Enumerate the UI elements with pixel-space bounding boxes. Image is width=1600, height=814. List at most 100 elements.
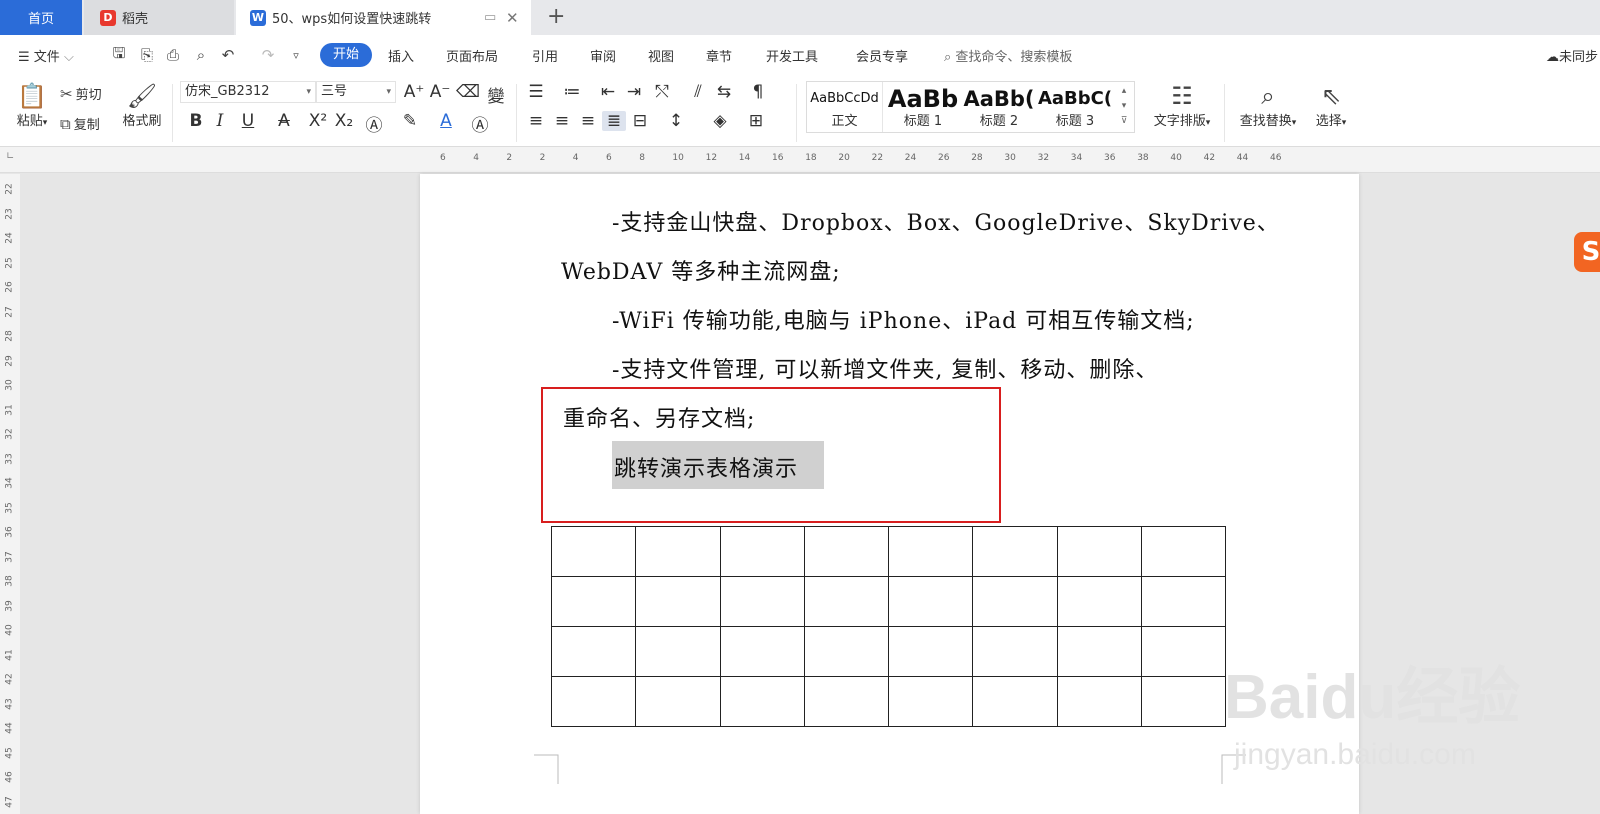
table-cell[interactable]: [550, 626, 637, 677]
justify-icon[interactable]: ≣: [602, 111, 626, 131]
cloud-sync-status[interactable]: ☁未同步: [1546, 46, 1598, 65]
table-cell[interactable]: [1140, 676, 1227, 727]
bold-icon[interactable]: B: [184, 111, 208, 131]
horizontal-ruler[interactable]: ∟ 6 4 2 2 4 6 8 10 12 14 16 18 20 22 24 26 28 30 32 34 36 38 4…: [0, 147, 1600, 173]
vertical-ruler[interactable]: 22 23 24 25 26 27 28 29 30 31 32 33 34 35 36 37 38 39 40 41…: [0, 174, 20, 814]
sort-icon[interactable]: ⇆: [712, 82, 736, 102]
table-cell[interactable]: [550, 676, 637, 727]
align-left-icon[interactable]: ≡: [524, 111, 548, 131]
table-cell[interactable]: [803, 576, 890, 627]
increase-indent-icon[interactable]: ⇥: [622, 82, 646, 102]
document-table[interactable]: [550, 526, 1227, 727]
close-tab-icon[interactable]: ✕: [506, 9, 519, 27]
export-pdf-icon[interactable]: ⎘: [137, 45, 157, 65]
table-cell[interactable]: [887, 626, 974, 677]
table-cell[interactable]: [803, 626, 890, 677]
numbered-list-icon[interactable]: ≔: [560, 82, 584, 102]
align-center-icon[interactable]: ≡: [550, 111, 574, 131]
table-cell[interactable]: [1056, 576, 1142, 627]
table-cell[interactable]: [803, 676, 890, 727]
font-color-icon[interactable]: A: [434, 111, 458, 131]
save-icon[interactable]: 🖫: [109, 44, 129, 65]
decrease-indent-icon[interactable]: ⇤: [596, 82, 620, 102]
menu-section[interactable]: 章节: [706, 46, 732, 65]
table-cell[interactable]: [887, 576, 974, 627]
tab-document[interactable]: W 50、wps如何设置快速跳转 ▭ ✕: [236, 0, 531, 35]
format-painter-button[interactable]: 🖌 格式刷: [118, 82, 166, 129]
table-cell[interactable]: [1056, 626, 1142, 677]
table-cell[interactable]: [550, 526, 637, 577]
style-heading-2[interactable]: AaBb( 标题 2: [961, 82, 1037, 132]
table-cell[interactable]: [1056, 676, 1142, 727]
align-right-icon[interactable]: ≡: [576, 111, 600, 131]
table-cell[interactable]: [887, 676, 974, 727]
phonetic-guide-icon[interactable]: 變: [484, 82, 508, 107]
text-layout-button[interactable]: ☷ 文字排版▾: [1146, 82, 1218, 129]
paste-button[interactable]: 📋 粘贴▾: [10, 82, 54, 129]
table-cell[interactable]: [1140, 626, 1227, 677]
table-cell[interactable]: [719, 526, 805, 577]
find-replace-button[interactable]: ⌕ 查找替换▾: [1230, 82, 1306, 129]
command-search[interactable]: ⌕ 查找命令、搜索模板: [944, 46, 1072, 65]
table-cell[interactable]: [550, 576, 637, 627]
undo-icon[interactable]: ↶: [218, 45, 238, 65]
table-cell[interactable]: [635, 626, 721, 677]
table-cell[interactable]: [1140, 526, 1227, 577]
table-cell[interactable]: [719, 676, 805, 727]
table-cell[interactable]: [972, 676, 1058, 727]
superscript-icon[interactable]: X²: [306, 111, 330, 131]
pin-icon[interactable]: ▭: [484, 10, 496, 25]
table-cell[interactable]: [1056, 526, 1142, 577]
select-button[interactable]: ⇖ 选择▾: [1306, 82, 1356, 129]
table-cell[interactable]: [887, 526, 974, 577]
menu-member[interactable]: 会员专享: [856, 46, 908, 65]
show-marks-icon[interactable]: ¶: [746, 82, 770, 102]
cut-button[interactable]: ✂ 剪切: [60, 84, 102, 104]
bullet-list-icon[interactable]: ☰: [524, 82, 548, 102]
table-cell[interactable]: [635, 526, 721, 577]
italic-icon[interactable]: I: [208, 111, 232, 131]
menu-start[interactable]: 开始: [320, 43, 372, 67]
menu-review[interactable]: 审阅: [590, 46, 616, 65]
table-cell[interactable]: [635, 676, 721, 727]
font-size-select[interactable]: 三号 ▾: [316, 81, 396, 103]
customize-icon[interactable]: ▿: [286, 45, 306, 65]
style-scroll-icon[interactable]: ▴ ▾ ⊽: [1117, 84, 1131, 129]
shading-icon[interactable]: ◈: [708, 111, 732, 131]
table-cell[interactable]: [719, 576, 805, 627]
menu-reference[interactable]: 引用: [532, 46, 558, 65]
border-icon[interactable]: ⊞: [744, 111, 768, 131]
tab-stop-icon[interactable]: ∟: [6, 151, 14, 162]
menu-layout[interactable]: 页面布局: [446, 46, 498, 65]
distribute-icon[interactable]: ⊟: [628, 111, 652, 131]
print-preview-icon[interactable]: ⌕: [191, 45, 211, 65]
ime-logo-icon[interactable]: S: [1574, 232, 1600, 272]
text-effect-icon[interactable]: Ⓐ: [362, 111, 386, 136]
menu-insert[interactable]: 插入: [388, 46, 414, 65]
table-cell[interactable]: [1140, 576, 1227, 627]
table-cell[interactable]: [972, 626, 1058, 677]
tab-home[interactable]: 首页: [0, 0, 82, 35]
chinese-layout-icon[interactable]: ⤲: [650, 82, 674, 102]
grow-font-icon[interactable]: A⁺: [402, 82, 426, 102]
menu-file[interactable]: ☰ 文件 ⌵: [18, 46, 74, 65]
table-cell[interactable]: [635, 576, 721, 627]
char-border-icon[interactable]: Ⓐ: [468, 111, 492, 136]
redo-icon[interactable]: ↷: [258, 45, 278, 65]
new-tab-icon[interactable]: +: [547, 4, 565, 29]
table-cell[interactable]: [972, 526, 1058, 577]
line-spacing-icon[interactable]: ↕: [664, 111, 688, 131]
menu-devtools[interactable]: 开发工具: [766, 46, 818, 65]
print-icon[interactable]: ⎙: [163, 45, 183, 65]
subscript-icon[interactable]: X₂: [332, 111, 356, 131]
font-name-select[interactable]: 仿宋_GB2312 ▾: [180, 81, 316, 103]
shrink-font-icon[interactable]: A⁻: [428, 82, 452, 102]
style-heading-3[interactable]: AaBbC( 标题 3: [1037, 82, 1113, 132]
copy-button[interactable]: ⧉ 复制: [60, 114, 100, 134]
style-heading-1[interactable]: AaBb 标题 1: [885, 82, 961, 132]
menu-view[interactable]: 视图: [648, 46, 674, 65]
table-cell[interactable]: [719, 626, 805, 677]
underline-icon[interactable]: U: [236, 111, 260, 131]
strikethrough-icon[interactable]: A: [272, 111, 296, 131]
table-cell[interactable]: [972, 576, 1058, 627]
